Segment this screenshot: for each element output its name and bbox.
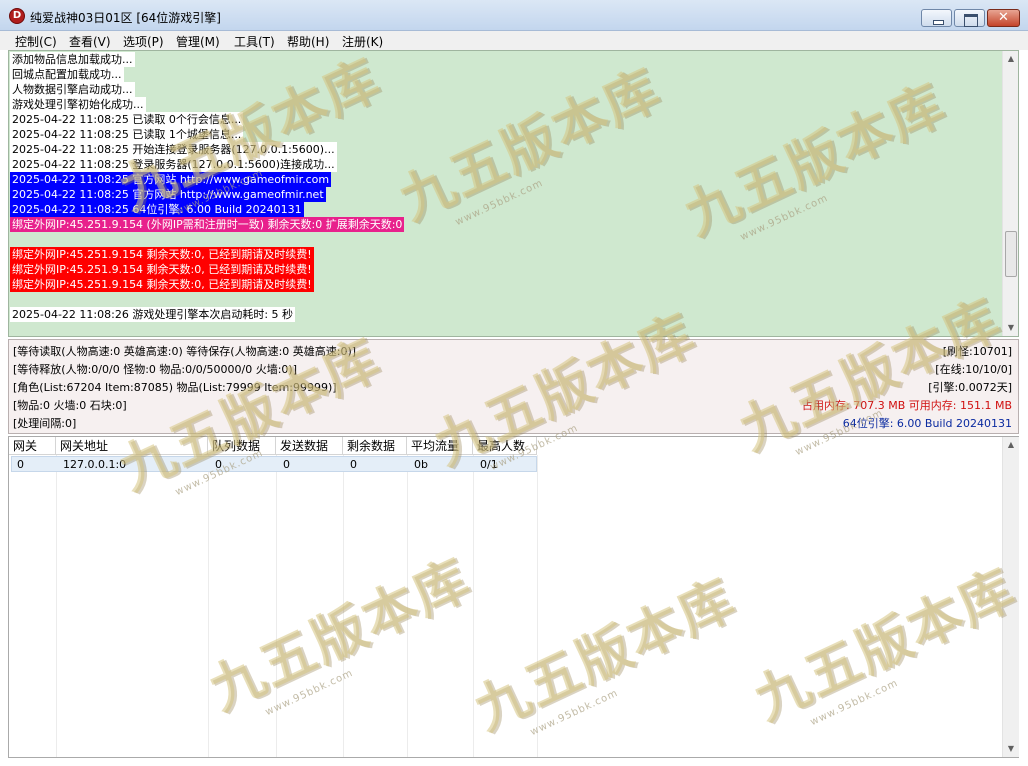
grid-scrollbar[interactable]: ▲ ▼ xyxy=(1002,437,1019,757)
log-line: 回城点配置加载成功... xyxy=(10,67,124,82)
log-line: 2025-04-22 11:08:25 已读取 1个城堡信息... xyxy=(10,127,244,142)
grid-divider xyxy=(407,455,408,757)
column-header-avg-traffic[interactable]: 平均流量 xyxy=(407,437,473,455)
scroll-up-icon[interactable]: ▲ xyxy=(1003,437,1019,453)
status-engine-version: 64位引擎: 6.00 Build 20240131 xyxy=(842,417,1012,430)
log-line: 2025-04-22 11:08:25 登录服务器(127.0.0.1:5600… xyxy=(10,157,337,172)
cell-sent: 0 xyxy=(283,458,290,471)
menu-manage[interactable]: 管理(M) xyxy=(176,33,220,50)
status-memory: 占用内存: 707.3 MB 可用内存: 151.1 MB xyxy=(802,399,1012,412)
cell-gateway: 0 xyxy=(17,458,24,471)
close-button[interactable]: ✕ xyxy=(987,9,1020,27)
scroll-thumb[interactable] xyxy=(1005,231,1017,277)
log-line: 绑定外网IP:45.251.9.154 (外网IP需和注册时一致) 剩余天数:0… xyxy=(10,217,405,232)
cell-avg-traffic: 0b xyxy=(414,458,428,471)
column-header-remaining[interactable]: 剩余数据 xyxy=(343,437,407,455)
column-header-address[interactable]: 网关地址 xyxy=(56,437,208,455)
gateway-grid[interactable]: 网关 网关地址 队列数据 发送数据 剩余数据 平均流量 最高人数 0 127.0… xyxy=(8,436,1019,758)
log-line: 添加物品信息加载成功... xyxy=(10,52,135,67)
minimize-button[interactable] xyxy=(921,9,952,27)
menu-options[interactable]: 选项(P) xyxy=(123,33,164,50)
status-wait-release: [等待释放(人物:0/0/0 怪物:0 物品:0/0/50000/0 火墙:0)… xyxy=(13,363,297,376)
scroll-down-icon[interactable]: ▼ xyxy=(1003,320,1018,336)
status-online: [在线:10/10/0] xyxy=(935,363,1012,376)
status-items-firewall: [物品:0 火墙:0 石块:0] xyxy=(13,399,127,412)
table-row[interactable]: 0 127.0.0.1:0 0 0 0 0b 0/1 xyxy=(11,456,537,472)
title-bar: D 纯爱战神03日01区 [64位游戏引擎] ✕ xyxy=(0,0,1028,31)
log-line: 2025-04-22 11:08:26 游戏处理引擎本次启动耗时: 5 秒 xyxy=(10,307,296,322)
scroll-down-icon[interactable]: ▼ xyxy=(1003,741,1019,757)
minimize-icon xyxy=(922,10,951,26)
log-line: 2025-04-22 11:08:25 开始连接登录服务器(127.0.0.1:… xyxy=(10,142,337,157)
grid-divider xyxy=(276,455,277,757)
status-wait-read: [等待读取(人物高速:0 英雄高速:0) 等待保存(人物高速:0 英雄高速:0)… xyxy=(13,345,357,358)
column-header-max-users[interactable]: 最高人数 xyxy=(473,437,537,455)
menu-tools[interactable]: 工具(T) xyxy=(234,33,275,50)
log-line: 2025-04-22 11:08:25 64位引擎: 6.00 Build 20… xyxy=(10,202,304,217)
grid-divider xyxy=(537,455,538,757)
grid-divider xyxy=(56,455,57,757)
log-line: 绑定外网IP:45.251.9.154 剩余天数:0, 已经到期请及时续费! xyxy=(10,262,314,277)
log-panel[interactable]: 添加物品信息加载成功... 回城点配置加载成功... 人物数据引擎启动成功... 游戏… xyxy=(8,50,1019,337)
cell-max-users: 0/1 xyxy=(480,458,498,471)
grid-divider xyxy=(473,455,474,757)
log-line: 2025-04-22 11:08:25 官方网站 http://www.game… xyxy=(10,187,326,202)
cell-remaining: 0 xyxy=(350,458,357,471)
scroll-up-icon[interactable]: ▲ xyxy=(1003,51,1018,67)
log-line: 人物数据引擎启动成功... xyxy=(10,82,135,97)
app-logo-icon[interactable]: D xyxy=(9,8,25,24)
column-header-sent[interactable]: 发送数据 xyxy=(276,437,343,455)
status-role-items: [角色(List:67204 Item:87085) 物品(List:79999… xyxy=(13,381,337,394)
close-icon: ✕ xyxy=(998,10,1009,25)
cell-address: 127.0.0.1:0 xyxy=(63,458,127,471)
menu-help[interactable]: 帮助(H) xyxy=(287,33,329,50)
log-line: 2025-04-22 11:08:25 官方网站 http://www.game… xyxy=(10,172,332,187)
menu-bar: 控制(C) 查看(V) 选项(P) 管理(M) 工具(T) 帮助(H) 注册(K… xyxy=(0,31,1028,50)
grid-divider xyxy=(343,455,344,757)
log-line: 游戏处理引擎初始化成功... xyxy=(10,97,146,112)
column-header-queue[interactable]: 队列数据 xyxy=(208,437,276,455)
status-panel: [等待读取(人物高速:0 英雄高速:0) 等待保存(人物高速:0 英雄高速:0)… xyxy=(8,339,1019,434)
maximize-icon xyxy=(955,10,984,27)
grid-divider xyxy=(208,455,209,757)
log-scrollbar[interactable]: ▲ ▼ xyxy=(1002,51,1018,336)
log-line: 2025-04-22 11:08:25 已读取 0个行会信息... xyxy=(10,112,244,127)
column-header-gateway[interactable]: 网关 xyxy=(9,437,56,455)
status-engine-days: [引擎:0.0072天] xyxy=(928,381,1012,394)
maximize-button[interactable] xyxy=(954,9,985,27)
menu-control[interactable]: 控制(C) xyxy=(15,33,57,50)
window-title: 纯爱战神03日01区 [64位游戏引擎] xyxy=(30,11,221,25)
status-interval: [处理间隔:0] xyxy=(13,417,77,430)
grid-header: 网关 网关地址 队列数据 发送数据 剩余数据 平均流量 最高人数 xyxy=(9,437,537,455)
menu-register[interactable]: 注册(K) xyxy=(342,33,383,50)
menu-view[interactable]: 查看(V) xyxy=(69,33,111,50)
cell-queue: 0 xyxy=(215,458,222,471)
log-line: 绑定外网IP:45.251.9.154 剩余天数:0, 已经到期请及时续费! xyxy=(10,277,314,292)
log-line: 绑定外网IP:45.251.9.154 剩余天数:0, 已经到期请及时续费! xyxy=(10,247,314,262)
status-monster-refresh: [刷怪:10701] xyxy=(942,345,1012,358)
